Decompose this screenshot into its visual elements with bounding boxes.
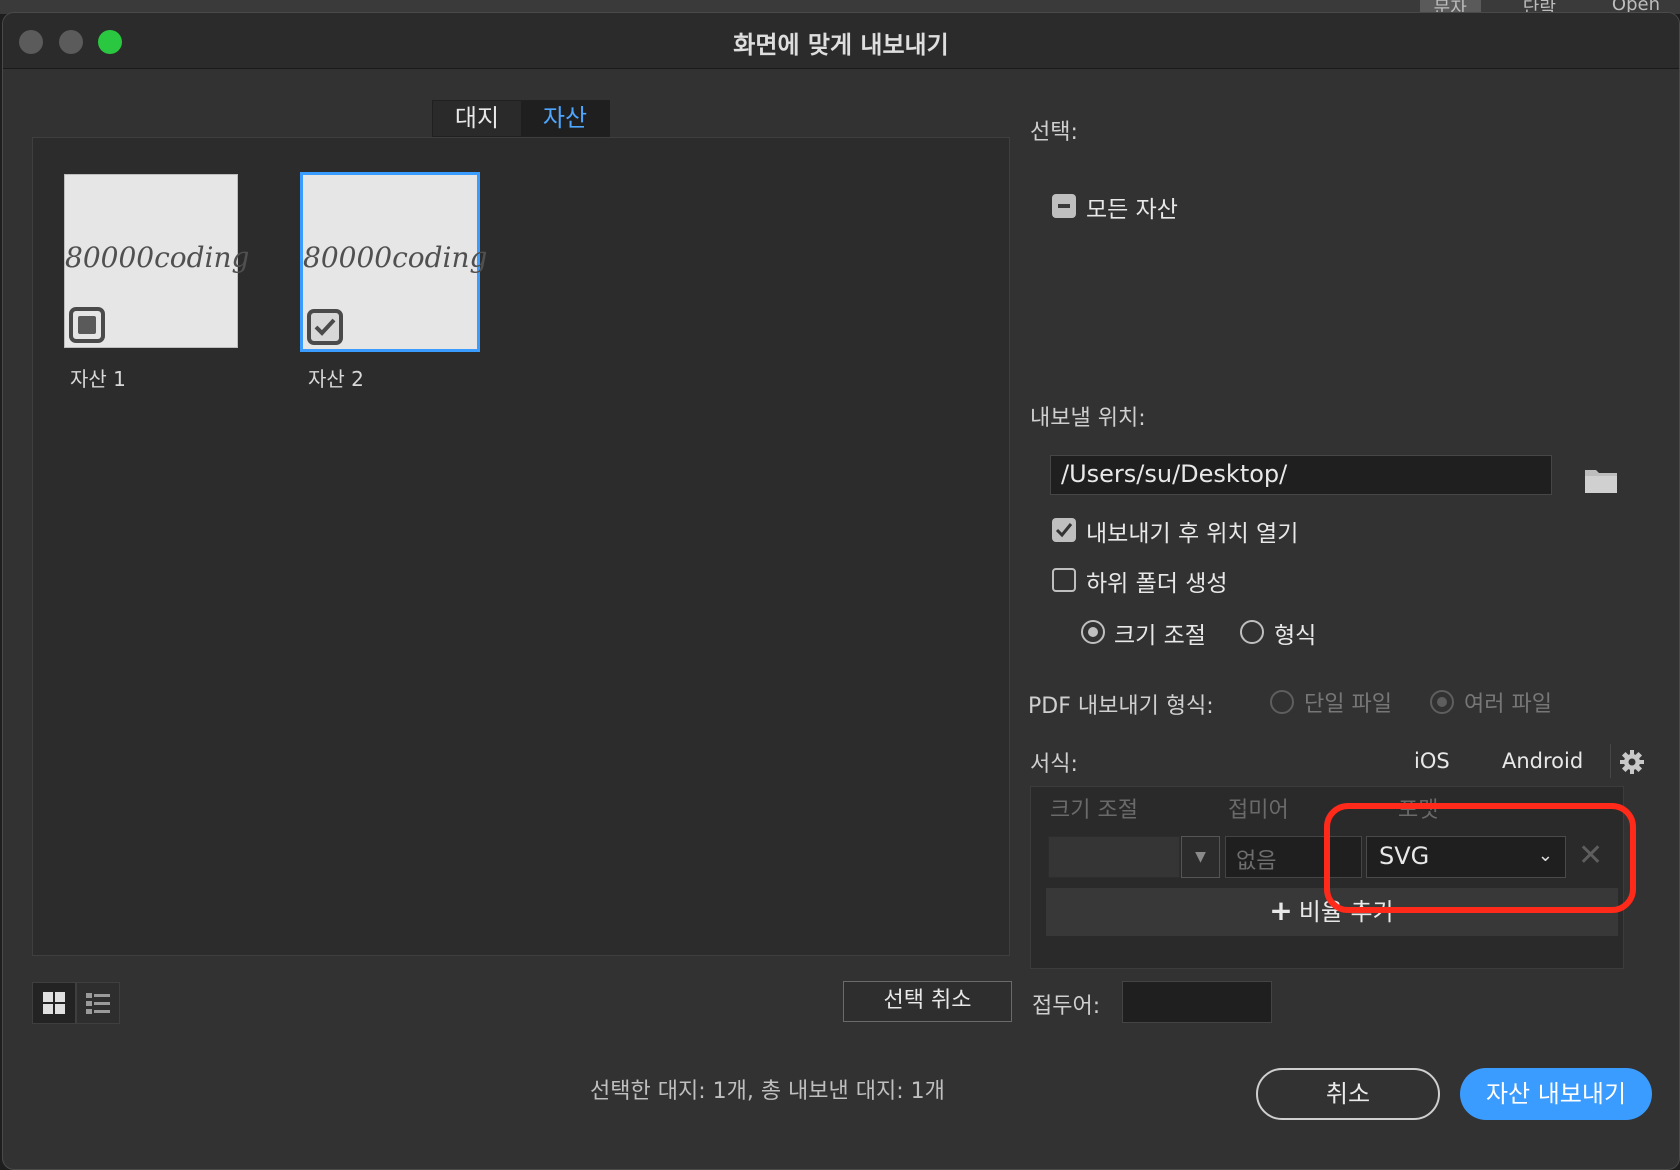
export-assets-button[interactable]: 자산 내보내기 bbox=[1460, 1068, 1652, 1120]
create-subfolder-label: 하위 폴더 생성 bbox=[1086, 571, 1228, 597]
create-subfolder-checkbox[interactable] bbox=[1052, 568, 1076, 592]
divider bbox=[1610, 744, 1611, 778]
pdf-single-file-radio[interactable] bbox=[1270, 690, 1294, 714]
deselect-button[interactable]: 선택 취소 bbox=[843, 981, 1012, 1022]
asset-thumbnail-selected[interactable]: 80000coding bbox=[300, 172, 488, 352]
tab-assets[interactable]: 자산 bbox=[521, 101, 609, 136]
open-after-export-checkbox[interactable] bbox=[1052, 518, 1076, 542]
asset-thumb-text: 80000coding bbox=[65, 241, 250, 274]
asset-checkbox-checked[interactable] bbox=[307, 309, 343, 345]
pdf-export-label: PDF 내보내기 형식: bbox=[1028, 694, 1214, 719]
view-mode-toggle bbox=[32, 982, 120, 1024]
title-bar: 화면에 맞게 내보내기 bbox=[3, 13, 1679, 69]
asset-checkbox[interactable] bbox=[69, 307, 105, 343]
all-assets-label: 모든 자산 bbox=[1086, 197, 1178, 223]
asset-label: 자산 2 bbox=[308, 367, 364, 391]
asset-label: 자산 1 bbox=[70, 367, 126, 391]
android-preset-button[interactable]: Android bbox=[1502, 749, 1583, 773]
prefix-input[interactable] bbox=[1122, 981, 1272, 1023]
subfolder-by-scale-label: 크기 조절 bbox=[1114, 623, 1206, 649]
folder-icon[interactable] bbox=[1584, 466, 1618, 494]
export-summary: 선택한 대지: 1개, 총 내보낸 대지: 1개 bbox=[590, 1079, 945, 1104]
asset-thumb-text: 80000coding bbox=[303, 241, 488, 274]
checkmark-icon bbox=[314, 318, 336, 336]
format-label: 서식: bbox=[1030, 752, 1078, 777]
column-header-suffix: 접미어 bbox=[1228, 798, 1289, 823]
ios-preset-button[interactable]: iOS bbox=[1414, 749, 1450, 773]
pdf-multiple-files-label: 여러 파일 bbox=[1464, 692, 1552, 717]
pdf-single-file-label: 단일 파일 bbox=[1304, 692, 1392, 717]
gear-icon[interactable] bbox=[1620, 750, 1644, 774]
open-after-export-label: 내보내기 후 위치 열기 bbox=[1086, 521, 1299, 547]
selection-label: 선택: bbox=[1030, 120, 1078, 145]
subfolder-by-format-label: 형식 bbox=[1274, 623, 1317, 649]
annotation-highlight-box bbox=[1324, 803, 1636, 913]
mode-tabs: 대지 자산 bbox=[432, 100, 610, 137]
subfolder-by-format-radio[interactable] bbox=[1240, 620, 1264, 644]
asset-thumbnail[interactable]: 80000coding bbox=[64, 174, 250, 348]
tab-artboards[interactable]: 대지 bbox=[433, 101, 521, 136]
scale-dropdown-button[interactable]: ▼ bbox=[1181, 836, 1220, 878]
grid-view-icon[interactable] bbox=[32, 982, 76, 1024]
export-path-field[interactable]: /Users/su/Desktop/ bbox=[1050, 455, 1552, 495]
checkmark-icon bbox=[1055, 523, 1073, 538]
list-view-icon[interactable] bbox=[76, 982, 120, 1024]
pdf-multiple-files-radio[interactable] bbox=[1430, 690, 1454, 714]
column-header-scale: 크기 조절 bbox=[1050, 798, 1138, 823]
cancel-button[interactable]: 취소 bbox=[1256, 1068, 1440, 1120]
export-location-label: 내보낼 위치: bbox=[1030, 406, 1146, 431]
window-title: 화면에 맞게 내보내기 bbox=[733, 31, 949, 59]
subfolder-by-scale-radio[interactable] bbox=[1081, 620, 1105, 644]
all-assets-checkbox[interactable] bbox=[1052, 194, 1076, 218]
scale-input[interactable] bbox=[1048, 836, 1180, 878]
prefix-label: 접두어: bbox=[1032, 994, 1101, 1019]
plus-icon: + bbox=[1269, 894, 1293, 927]
